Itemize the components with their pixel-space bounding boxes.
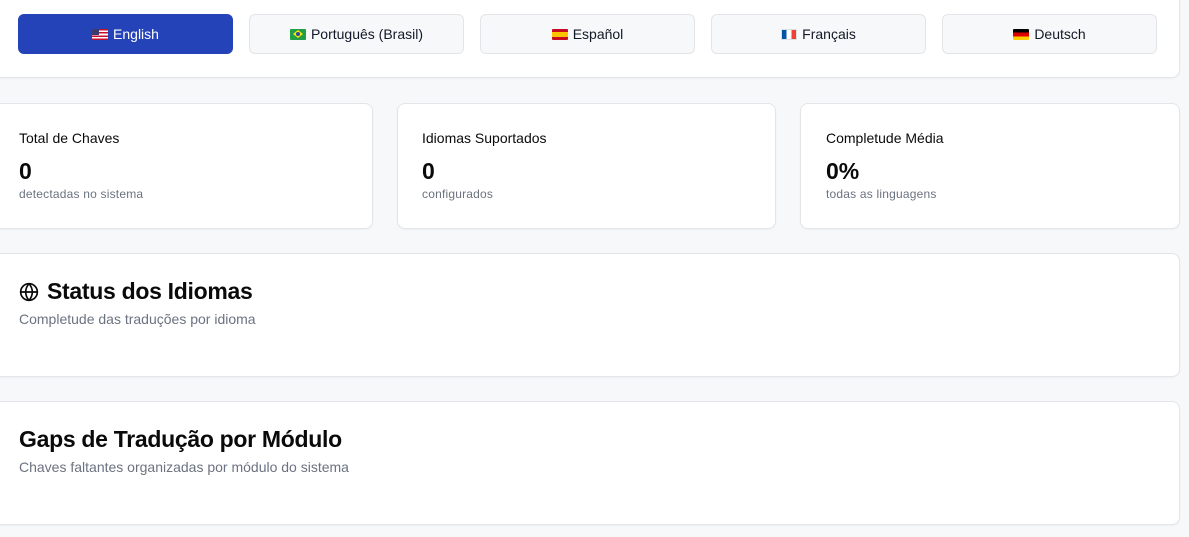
stat-card-supported-languages: Idiomas Suportados 0 configurados (397, 103, 776, 229)
stat-value: 0% (826, 158, 860, 184)
globe-icon (19, 282, 39, 301)
stat-card-total-keys: Total de Chaves 0 detectadas no sistema (0, 103, 373, 229)
language-label: Deutsch (1034, 26, 1086, 42)
section-subtitle: Completude das traduções por idioma (19, 311, 256, 327)
france-flag-icon (781, 28, 798, 40)
language-label: Français (802, 26, 856, 42)
section-title-text: Status dos Idiomas (47, 278, 253, 304)
stat-label: Idiomas Suportados (422, 130, 547, 146)
language-button-english[interactable]: English (18, 14, 233, 54)
language-button-portuguese-brazil[interactable]: Português (Brasil) (249, 14, 464, 54)
stat-description: todas as linguagens (826, 187, 937, 201)
stat-description: configurados (422, 187, 494, 201)
stat-value: 0 (422, 158, 435, 184)
section-subtitle: Chaves faltantes organizadas por módulo … (19, 459, 349, 475)
spain-flag-icon (551, 28, 568, 40)
translation-gaps-card: Gaps de Tradução por Módulo Chaves falta… (0, 401, 1180, 525)
stat-label: Total de Chaves (19, 130, 120, 146)
brazil-flag-icon (289, 28, 306, 40)
language-label: Português (Brasil) (310, 26, 424, 42)
section-title: Status dos Idiomas (19, 278, 253, 305)
us-flag-icon (92, 28, 109, 40)
germany-flag-icon (1013, 28, 1030, 40)
language-button-french[interactable]: Français (711, 14, 926, 54)
language-button-german[interactable]: Deutsch (942, 14, 1157, 54)
stat-label: Completude Média (826, 130, 944, 146)
language-status-card: Status dos Idiomas Completude das traduç… (0, 253, 1180, 377)
language-label: Español (572, 26, 624, 42)
language-button-spanish[interactable]: Español (480, 14, 695, 54)
language-selector: English Português (Brasil) Español Franç… (18, 14, 1157, 54)
section-title: Gaps de Tradução por Módulo (19, 426, 342, 453)
section-title-text: Gaps de Tradução por Módulo (19, 426, 342, 452)
stat-value: 0 (19, 158, 32, 184)
language-label: English (113, 26, 159, 42)
stat-card-average-completeness: Completude Média 0% todas as linguagens (800, 103, 1180, 229)
stat-description: detectadas no sistema (19, 187, 144, 201)
